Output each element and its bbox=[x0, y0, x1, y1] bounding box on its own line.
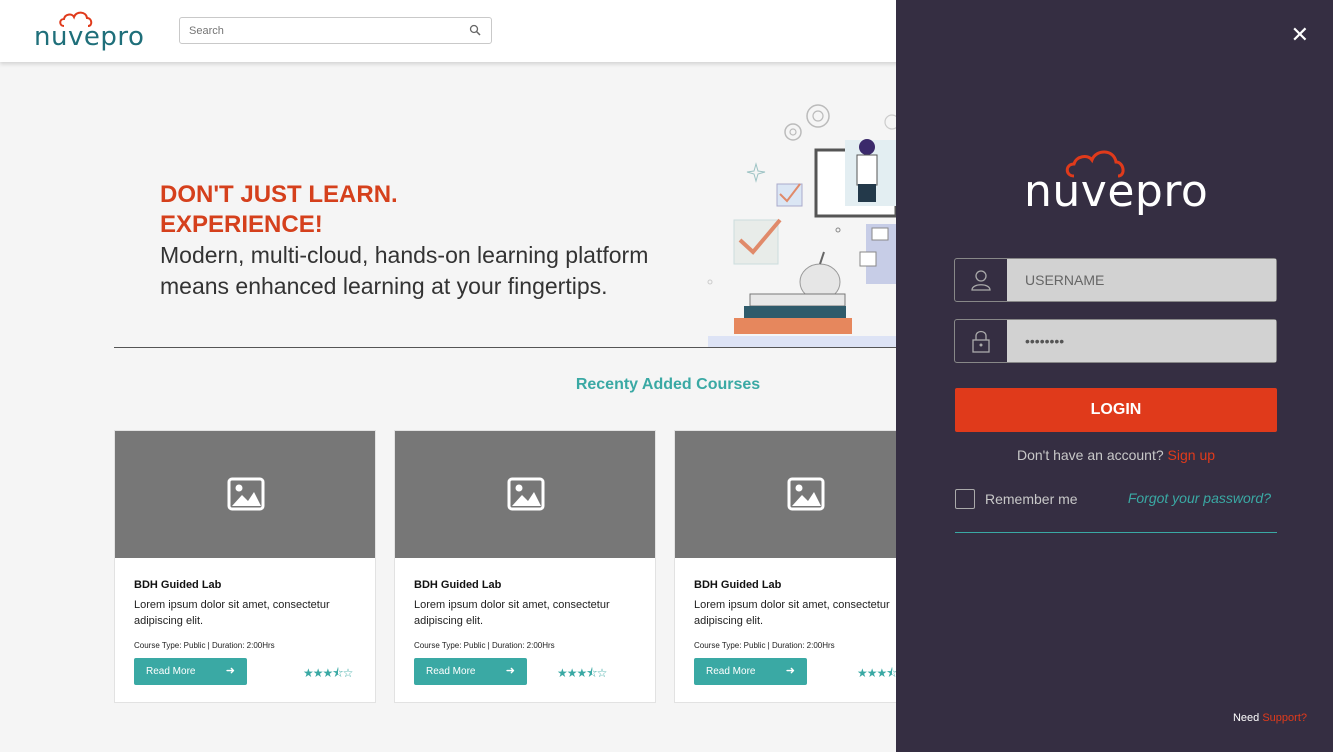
username-field bbox=[954, 258, 1277, 302]
read-more-label: Read More bbox=[426, 666, 476, 677]
login-panel: ✕ nuvepro LOGIN Don't have an account? S bbox=[896, 0, 1333, 752]
course-meta: Course Type: Public | Duration: 2:00Hrs bbox=[414, 641, 555, 650]
hero-title: DON'T JUST LEARN. EXPERIENCE! bbox=[160, 180, 398, 240]
read-more-button[interactable]: Read More ➜ bbox=[694, 658, 807, 685]
image-placeholder-icon bbox=[787, 477, 825, 511]
star-rating: ★★★⯪☆ bbox=[303, 666, 353, 680]
read-more-label: Read More bbox=[146, 666, 196, 677]
star-rating: ★★★⯪☆ bbox=[557, 666, 607, 680]
read-more-label: Read More bbox=[706, 666, 756, 677]
gear-icon bbox=[806, 104, 830, 128]
hero-title-line2: EXPERIENCE! bbox=[160, 211, 323, 238]
course-meta: Course Type: Public | Duration: 2:00Hrs bbox=[694, 641, 835, 650]
no-account-text: Don't have an account? bbox=[1016, 447, 1164, 463]
remember-me-label: Remember me bbox=[985, 491, 1078, 507]
remember-me-checkbox[interactable] bbox=[955, 489, 975, 509]
hero-divider bbox=[114, 347, 896, 348]
hero-subtitle-line1: Modern, multi-cloud, hands-on learning p… bbox=[160, 242, 649, 268]
cloud-icon bbox=[59, 11, 93, 27]
search-input[interactable] bbox=[180, 18, 450, 43]
password-input[interactable] bbox=[1007, 320, 1276, 362]
gear-icon bbox=[784, 123, 802, 141]
image-placeholder-icon bbox=[227, 477, 265, 511]
lock-icon bbox=[955, 320, 1007, 362]
user-icon bbox=[955, 259, 1007, 301]
panel-logo: nuvepro bbox=[1024, 148, 1214, 222]
search-bar bbox=[179, 17, 492, 44]
course-thumbnail bbox=[395, 431, 655, 558]
sign-up-link[interactable]: Sign up bbox=[1168, 447, 1215, 463]
nuvepro-logo[interactable]: nuvepro bbox=[34, 10, 144, 52]
course-title: BDH Guided Lab bbox=[694, 579, 782, 591]
signup-prompt: Don't have an account? Sign up bbox=[955, 447, 1277, 463]
course-card: BDH Guided Lab Lorem ipsum dolor sit ame… bbox=[394, 430, 656, 703]
arrow-right-icon: ➜ bbox=[785, 665, 795, 677]
arrow-right-icon: ➜ bbox=[225, 665, 235, 677]
course-card: BDH Guided Lab Lorem ipsum dolor sit ame… bbox=[114, 430, 376, 703]
password-field bbox=[954, 319, 1277, 363]
course-description: Lorem ipsum dolor sit amet, consectetur … bbox=[694, 599, 890, 627]
support-link[interactable]: Support? bbox=[1262, 712, 1307, 724]
section-title: Recenty Added Courses bbox=[575, 376, 761, 393]
arrow-right-icon: ➜ bbox=[505, 665, 515, 677]
read-more-button[interactable]: Read More ➜ bbox=[414, 658, 527, 685]
hero-title-line1: DON'T JUST LEARN. bbox=[160, 181, 398, 208]
close-icon[interactable]: ✕ bbox=[1291, 22, 1309, 48]
image-placeholder-icon bbox=[507, 477, 545, 511]
hero-subtitle-line2: means enhanced learning at your fingerti… bbox=[160, 273, 608, 299]
hero-illustration bbox=[707, 104, 896, 348]
read-more-button[interactable]: Read More ➜ bbox=[134, 658, 247, 685]
cloud-icon bbox=[1065, 150, 1125, 178]
course-description: Lorem ipsum dolor sit amet, consectetur … bbox=[134, 599, 330, 627]
remember-me: Remember me bbox=[955, 489, 1078, 509]
username-input[interactable] bbox=[1007, 259, 1276, 301]
course-title: BDH Guided Lab bbox=[134, 579, 222, 591]
course-thumbnail bbox=[115, 431, 375, 558]
gear-icon bbox=[884, 114, 896, 130]
search-icon[interactable] bbox=[469, 24, 481, 36]
panel-divider bbox=[955, 532, 1277, 533]
hero-subtitle: Modern, multi-cloud, hands-on learning p… bbox=[160, 240, 720, 302]
course-description: Lorem ipsum dolor sit amet, consectetur … bbox=[414, 599, 610, 627]
forgot-password-link[interactable]: Forgot your password? bbox=[1128, 490, 1271, 506]
login-button[interactable]: LOGIN bbox=[955, 388, 1277, 432]
course-meta: Course Type: Public | Duration: 2:00Hrs bbox=[134, 641, 275, 650]
support-prompt: Need Support? bbox=[1233, 712, 1307, 724]
course-title: BDH Guided Lab bbox=[414, 579, 502, 591]
need-text: Need bbox=[1232, 712, 1260, 724]
